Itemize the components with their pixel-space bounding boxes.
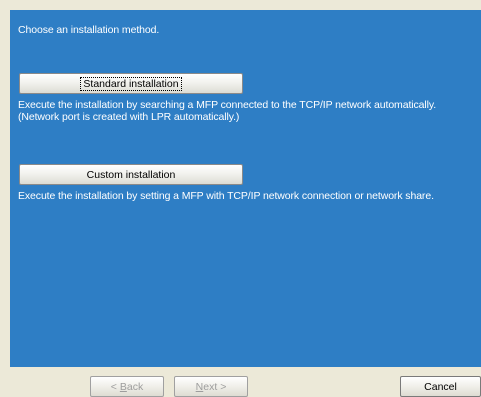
standard-description-line-2: (Network port is created with LPR automa… (18, 111, 240, 123)
next-button-accelerator: N (195, 380, 204, 393)
next-button[interactable]: Next > (174, 376, 248, 397)
custom-description-line-1: Execute the installation by setting a MF… (18, 190, 434, 202)
next-button-label-rest: ext > (203, 380, 227, 393)
back-button[interactable]: < Back (90, 376, 164, 397)
installer-window: Choose an installation method. Standard … (0, 0, 481, 397)
standard-installation-label: Standard installation (80, 76, 182, 91)
cancel-button[interactable]: Cancel (400, 376, 481, 397)
cancel-button-label: Cancel (424, 380, 457, 393)
standard-description-line-1: Execute the installation by searching a … (18, 99, 437, 111)
custom-installation-description: Execute the installation by setting a MF… (18, 190, 434, 202)
custom-installation-label: Custom installation (86, 168, 176, 181)
installation-method-panel: Choose an installation method. Standard … (10, 10, 481, 367)
back-button-label-rest: ack (126, 380, 144, 393)
back-button-accelerator: B (119, 380, 127, 393)
instruction-text: Choose an installation method. (18, 24, 160, 36)
standard-installation-button[interactable]: Standard installation (19, 73, 243, 94)
back-button-prefix: < (110, 380, 120, 393)
wizard-button-bar: < Back Next > Cancel (10, 367, 481, 397)
custom-installation-button[interactable]: Custom installation (19, 164, 243, 185)
standard-installation-description: Execute the installation by searching a … (18, 99, 436, 123)
